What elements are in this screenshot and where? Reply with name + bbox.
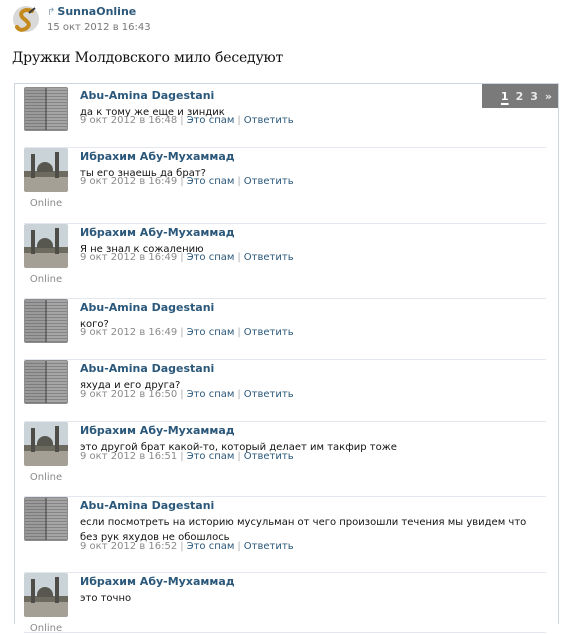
separator: | (180, 176, 184, 187)
avatar-mosque-image[interactable] (24, 573, 68, 617)
comment-author-link[interactable]: Abu-Amina Dagestani (80, 89, 214, 102)
comment-meta: 9 окт 2012 в 16:49 | Это спам | Ответить (80, 252, 294, 263)
avatar-detail (55, 426, 59, 452)
comment-item: Online Ибрахим Абу-Мухаммад это точно (24, 573, 546, 634)
reply-link[interactable]: Ответить (244, 252, 294, 263)
comment-item: Online Ибрахим Абу-Мухаммад Я не знал к со… (24, 224, 546, 299)
comment-divider (24, 632, 546, 633)
separator: | (237, 451, 241, 462)
comment-meta: 9 окт 2012 в 16:49 | Это спам | Ответить (80, 176, 294, 187)
reply-link[interactable]: Ответить (244, 176, 294, 187)
separator: | (180, 252, 184, 263)
report-spam-link[interactable]: Это спам (187, 115, 235, 126)
comment-date[interactable]: 9 окт 2012 в 16:49 (80, 176, 177, 187)
online-status: Online (29, 472, 63, 483)
post-title: Дружки Молдовского мило беседуют (12, 50, 284, 66)
report-spam-link[interactable]: Это спам (187, 327, 235, 338)
separator: | (180, 115, 184, 126)
comment-author-link[interactable]: Ибрахим Абу-Мухаммад (80, 150, 235, 163)
avatar-detail (31, 154, 35, 178)
avatar-detail (55, 152, 59, 178)
reply-link[interactable]: Ответить (244, 115, 294, 126)
comment-meta: 9 окт 2012 в 16:49 | Это спам | Ответить (80, 327, 294, 338)
separator: | (180, 327, 184, 338)
post-header: ↱ SunnaOnline 15 окт 2012 в 16:43 (12, 4, 412, 38)
comment-meta: 9 окт 2012 в 16:51 | Это спам | Ответить (80, 451, 294, 462)
comment-author-link[interactable]: Abu-Amina Dagestani (80, 301, 214, 314)
avatar-book-image[interactable] (24, 360, 68, 404)
avatar-detail (37, 238, 53, 248)
comment-author-link[interactable]: Ибрахим Абу-Мухаммад (80, 424, 235, 437)
comment-author-link[interactable]: Ибрахим Абу-Мухаммад (80, 575, 235, 588)
post-date[interactable]: 15 окт 2012 в 16:43 (47, 22, 151, 33)
report-spam-link[interactable]: Это спам (187, 389, 235, 400)
report-spam-link[interactable]: Это спам (187, 176, 235, 187)
reply-link[interactable]: Ответить (244, 541, 294, 552)
reply-link[interactable]: Ответить (244, 327, 294, 338)
comment-meta: 9 окт 2012 в 16:48 | Это спам | Ответить (80, 115, 294, 126)
repost-icon: ↱ (47, 7, 56, 18)
separator: | (237, 541, 241, 552)
comments-thread: 1 2 3 » Abu-Amina Dagestani да к тому же … (14, 83, 559, 634)
comment-date[interactable]: 9 окт 2012 в 16:51 (80, 451, 177, 462)
comment-author-link[interactable]: Ибрахим Абу-Мухаммад (80, 226, 235, 239)
separator: | (237, 176, 241, 187)
comment-author-link[interactable]: Abu-Amina Dagestani (80, 499, 214, 512)
avatar-detail (55, 577, 59, 603)
avatar-detail (37, 587, 53, 597)
sunna-logo-icon[interactable] (12, 4, 40, 34)
post-author-link[interactable]: ↱ SunnaOnline (47, 5, 136, 18)
comment-meta: 9 окт 2012 в 16:50 | Это спам | Ответить (80, 389, 294, 400)
online-status: Online (29, 198, 63, 209)
avatar-book-image[interactable] (24, 87, 68, 131)
avatar-detail (55, 228, 59, 254)
comment-date[interactable]: 9 окт 2012 в 16:50 (80, 389, 177, 400)
post-author[interactable]: SunnaOnline (57, 5, 136, 18)
reply-link[interactable]: Ответить (244, 389, 294, 400)
comment-meta: 9 окт 2012 в 16:52 | Это спам | Ответить (80, 541, 294, 552)
comment-item: Abu-Amina Dagestani если посмотреть на ис… (24, 497, 546, 573)
separator: | (237, 115, 241, 126)
comment-text: это точно (80, 593, 132, 604)
online-status: Online (29, 274, 63, 285)
comment-item: Abu-Amina Dagestani кого? 9 окт 2012 в 16:… (24, 299, 546, 360)
avatar-book-image[interactable] (24, 497, 68, 541)
report-spam-link[interactable]: Это спам (187, 252, 235, 263)
avatar-detail (37, 436, 53, 446)
separator: | (180, 389, 184, 400)
separator: | (180, 541, 184, 552)
avatar-mosque-image[interactable] (24, 224, 68, 268)
comment-date[interactable]: 9 окт 2012 в 16:48 (80, 115, 177, 126)
comment-item: Online Ибрахим Абу-Мухаммад это другой бра… (24, 422, 546, 497)
report-spam-link[interactable]: Это спам (187, 451, 235, 462)
separator: | (180, 451, 184, 462)
avatar-detail (31, 230, 35, 254)
avatar-detail (31, 579, 35, 603)
comment-date[interactable]: 9 окт 2012 в 16:52 (80, 541, 177, 552)
separator: | (237, 327, 241, 338)
avatar-book-image[interactable] (24, 299, 68, 343)
report-spam-link[interactable]: Это спам (187, 541, 235, 552)
avatar-mosque-image[interactable] (24, 422, 68, 466)
comment-date[interactable]: 9 окт 2012 в 16:49 (80, 252, 177, 263)
comment-item: Abu-Amina Dagestani да к тому же еще и зи… (24, 87, 546, 148)
separator: | (237, 389, 241, 400)
separator: | (237, 252, 241, 263)
avatar-detail (31, 428, 35, 452)
comment-item: Online Ибрахим Абу-Мухаммад ты его знаешь … (24, 148, 546, 224)
avatar-detail (37, 162, 53, 172)
comment-author-link[interactable]: Abu-Amina Dagestani (80, 362, 214, 375)
comment-item: Abu-Amina Dagestani яхуда и его друга? 9 о… (24, 360, 546, 422)
avatar-mosque-image[interactable] (24, 148, 68, 192)
comment-date[interactable]: 9 окт 2012 в 16:49 (80, 327, 177, 338)
reply-link[interactable]: Ответить (244, 451, 294, 462)
